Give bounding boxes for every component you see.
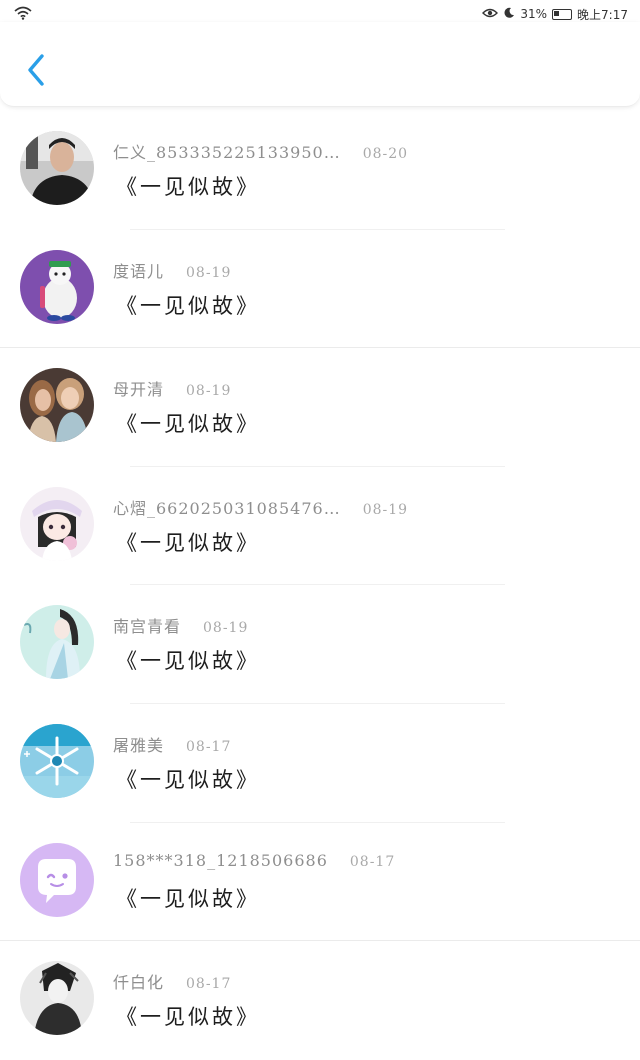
comment-text: 《一见似故》 — [116, 530, 260, 555]
list-item[interactable]: 158***318_1218506686 08-17 《一见似故》 — [0, 823, 640, 942]
comment-date: 08-19 — [186, 383, 232, 400]
username[interactable]: 屠雅美 — [113, 732, 164, 756]
avatar[interactable] — [20, 723, 94, 798]
list-item[interactable]: 屠雅美 08-17 《一见似故》 — [0, 704, 640, 823]
comment-text: 《一见似故》 — [116, 1005, 260, 1030]
username[interactable]: 158***318_1218506686 — [113, 851, 328, 870]
comment-meta: 仟白化 08-17 — [113, 969, 231, 993]
avatar[interactable] — [20, 368, 94, 443]
comment-list: 仁义_853335225133950… 08-20 《一见似故》 度语儿 08-… — [0, 111, 640, 1060]
comment-text: 《一见似故》 — [116, 293, 260, 318]
list-item[interactable]: 心熠_662025031085476… 08-19 《一见似故》 — [0, 467, 640, 586]
comment-date: 08-17 — [349, 853, 396, 870]
avatar[interactable] — [20, 605, 94, 680]
battery-icon — [552, 8, 573, 20]
avatar[interactable] — [20, 249, 94, 324]
top-bar — [0, 22, 640, 107]
avatar[interactable] — [20, 486, 94, 561]
moon-icon — [503, 7, 515, 22]
back-button[interactable] — [18, 50, 54, 94]
comment-meta: 屠雅美 08-17 — [113, 732, 231, 756]
clock: 晚上7:17 — [577, 7, 628, 22]
comment-text: 《一见似故》 — [116, 649, 260, 674]
list-item[interactable]: 仟白化 08-17 《一见似故》 — [0, 941, 640, 1060]
comment-date: 08-19 — [203, 620, 249, 637]
avatar[interactable] — [20, 131, 94, 205]
avatar[interactable] — [20, 961, 94, 1036]
username[interactable]: 南宫青看 — [113, 613, 181, 637]
list-item[interactable]: 度语儿 08-19 《一见似故》 — [0, 230, 640, 349]
comment-text: 《一见似故》 — [116, 886, 260, 911]
list-item[interactable]: 仁义_853335225133950… 08-20 《一见似故》 — [0, 111, 640, 230]
comment-meta: 仁义_853335225133950… 08-20 — [113, 139, 408, 163]
list-item[interactable]: 南宫青看 08-19 《一见似故》 — [0, 585, 640, 704]
avatar[interactable] — [20, 842, 94, 917]
wifi-icon — [14, 6, 32, 23]
username[interactable]: 仁义_853335225133950… — [113, 139, 341, 163]
eye-icon — [482, 7, 499, 21]
comment-meta: 母开清 08-19 — [113, 376, 231, 400]
comment-date: 08-20 — [362, 146, 409, 162]
comment-meta: 南宫青看 08-19 — [113, 613, 248, 637]
chevron-left-icon — [26, 53, 46, 91]
comment-date: 08-19 — [186, 264, 232, 281]
list-item[interactable]: 母开清 08-19 《一见似故》 — [0, 348, 640, 467]
comment-meta: 度语儿 08-19 — [113, 258, 231, 282]
username[interactable]: 母开清 — [113, 376, 164, 400]
comment-meta: 心熠_662025031085476… 08-19 — [113, 495, 408, 519]
username[interactable]: 仟白化 — [113, 969, 164, 993]
username[interactable]: 心熠_662025031085476… — [113, 495, 341, 519]
battery-percent: 31% — [520, 7, 548, 21]
comment-text: 《一见似故》 — [116, 767, 260, 792]
comment-date: 08-19 — [362, 501, 409, 518]
username[interactable]: 度语儿 — [113, 258, 164, 282]
comment-date: 08-17 — [186, 976, 232, 993]
comment-date: 08-17 — [186, 738, 232, 755]
comment-text: 《一见似故》 — [116, 175, 260, 199]
comment-meta: 158***318_1218506686 08-17 — [113, 851, 395, 870]
comment-text: 《一见似故》 — [116, 412, 260, 437]
